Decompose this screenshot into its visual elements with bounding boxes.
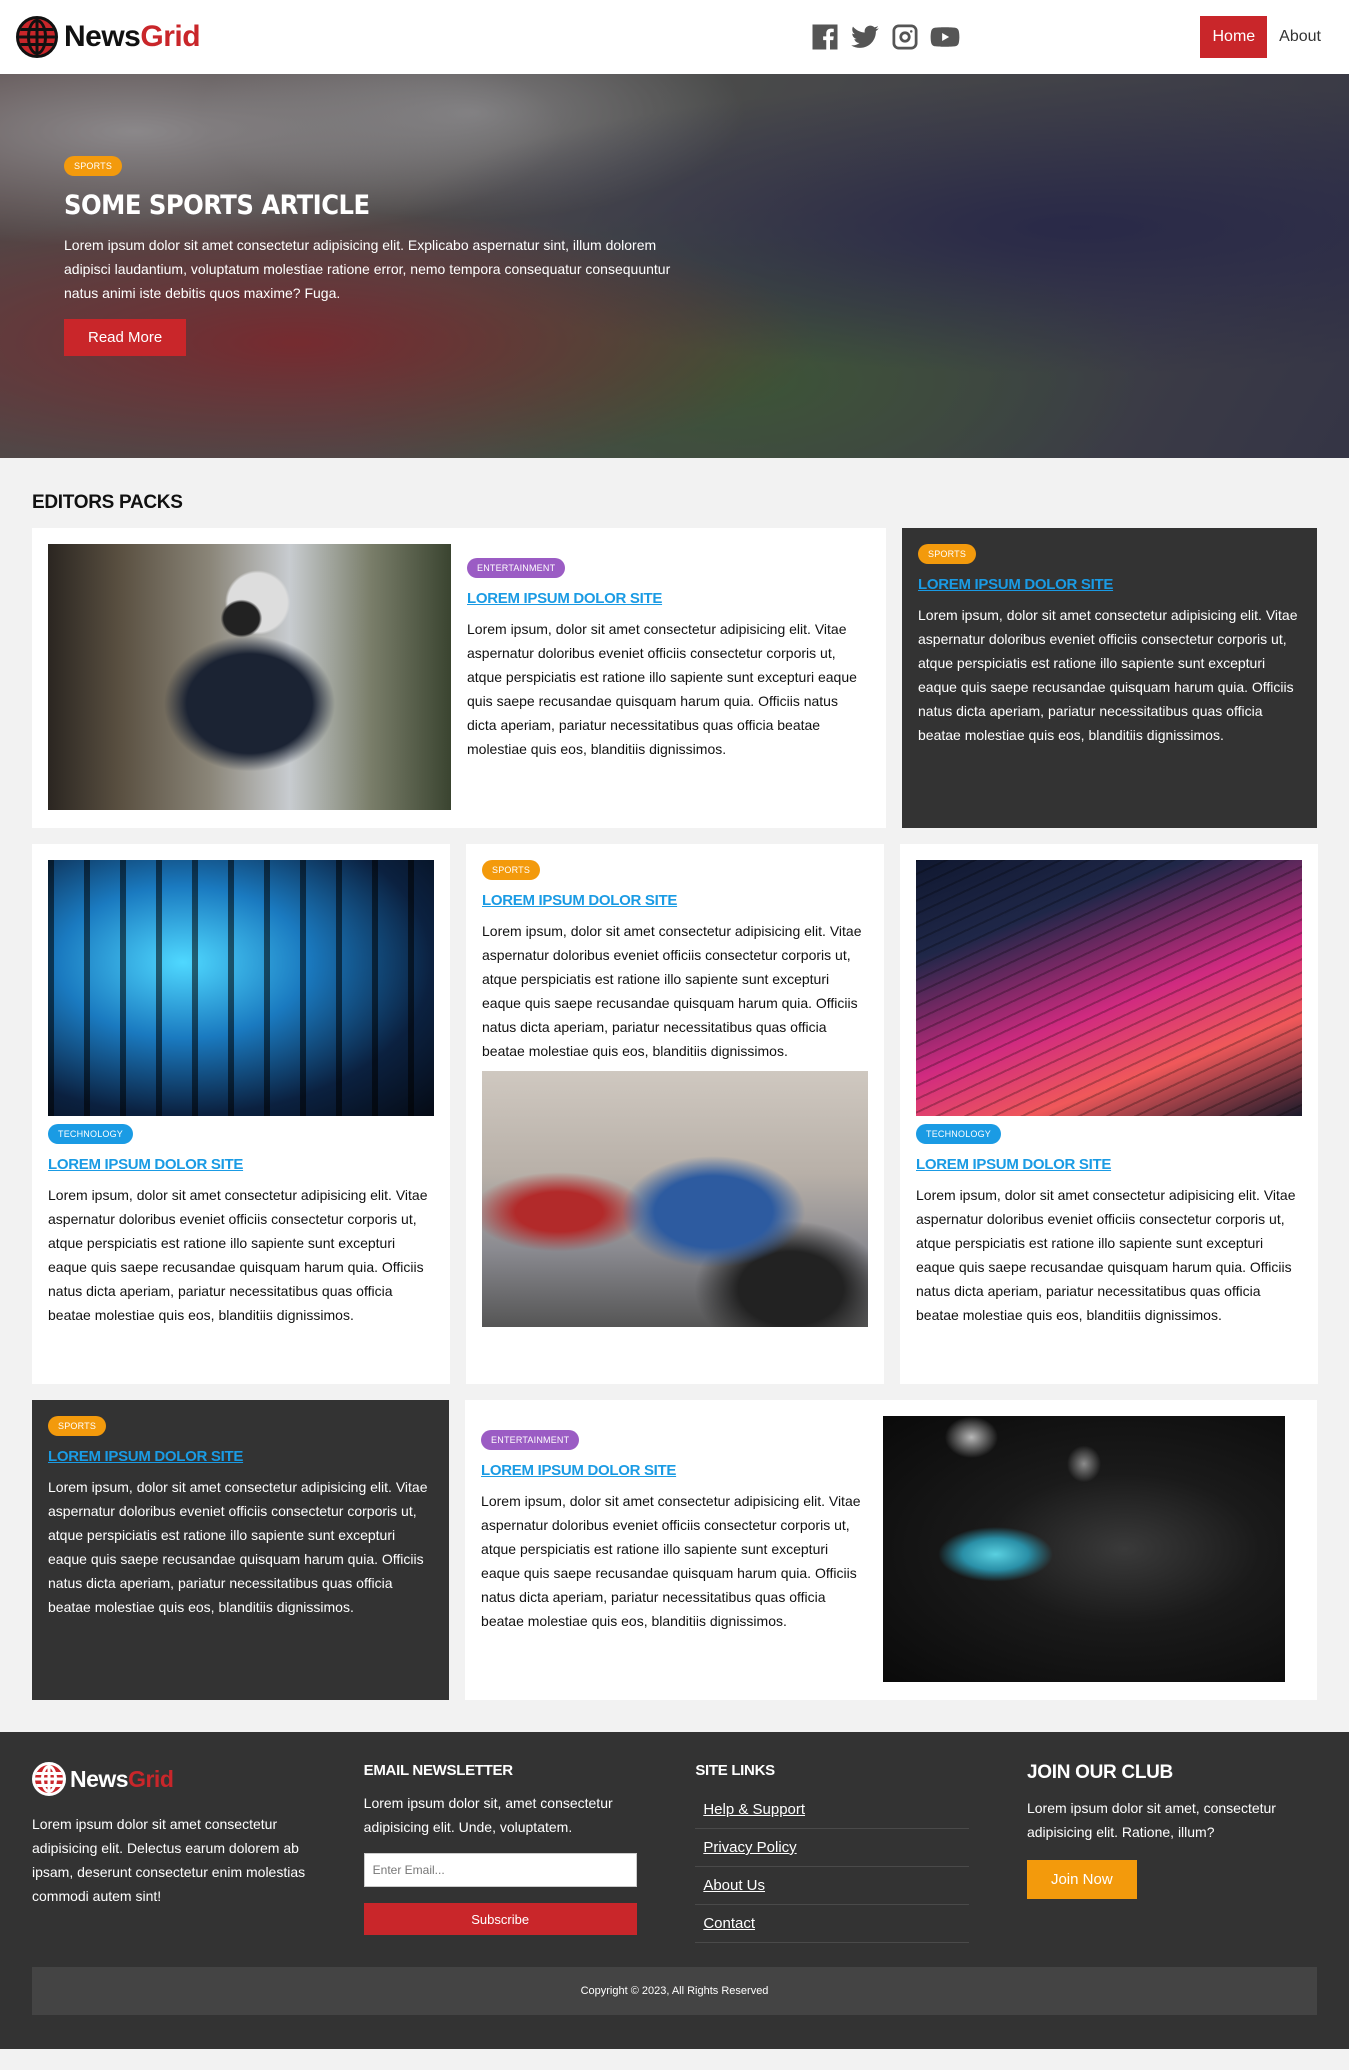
- category-badge[interactable]: TECHNOLOGY: [48, 1124, 134, 1144]
- logo-text-grid: Grid: [128, 1765, 174, 1792]
- footer-join-club: JOIN OUR CLUB Lorem ipsum dolor sit amet…: [1026, 1762, 1317, 1943]
- article-title-link[interactable]: LOREM IPSUM DOLOR SITE: [482, 892, 868, 909]
- globe-icon: [16, 16, 58, 58]
- hero-text: Lorem ipsum dolor sit amet consectetur a…: [64, 237, 671, 301]
- nav-about[interactable]: About: [1267, 16, 1333, 58]
- cards-row: SPORTS LOREM IPSUM DOLOR SITE Lorem ipsu…: [32, 1400, 1317, 1700]
- cards-row: TECHNOLOGY LOREM IPSUM DOLOR SITE Lorem …: [32, 844, 1318, 1384]
- footer-about-text: Lorem ipsum dolor sit amet consectetur a…: [32, 1816, 306, 1904]
- site-header: NewsGrid Home About: [0, 0, 1349, 74]
- article-text: Lorem ipsum, dolor sit amet consectetur …: [916, 1187, 1296, 1323]
- hero-banner: SPORTS SOME SPORTS ARTICLE Lorem ipsum d…: [0, 74, 1349, 458]
- hero-content: SPORTS SOME SPORTS ARTICLE Lorem ipsum d…: [64, 156, 684, 356]
- nav-home[interactable]: Home: [1200, 16, 1268, 58]
- article-card: TECHNOLOGY LOREM IPSUM DOLOR SITE Lorem …: [32, 844, 450, 1384]
- read-more-button[interactable]: Read More: [64, 319, 187, 356]
- footer-link-help[interactable]: Help & Support: [695, 1791, 970, 1829]
- subscribe-button[interactable]: Subscribe: [363, 1903, 637, 1935]
- footer-about: NewsGrid Lorem ipsum dolor sit amet cons…: [32, 1762, 322, 1943]
- article-title-link[interactable]: LOREM IPSUM DOLOR SITE: [48, 1156, 434, 1173]
- facebook-icon[interactable]: [810, 22, 840, 52]
- join-now-button[interactable]: Join Now: [1026, 1860, 1137, 1899]
- newsletter-text: Lorem ipsum dolor sit, amet consectetur …: [363, 1795, 613, 1835]
- article-card: SPORTS LOREM IPSUM DOLOR SITE Lorem ipsu…: [466, 844, 884, 1384]
- join-club-heading: JOIN OUR CLUB: [1026, 1762, 1173, 1783]
- logo-text-news: News: [64, 20, 141, 53]
- category-badge[interactable]: SPORTS: [482, 860, 541, 880]
- article-text: Lorem ipsum, dolor sit amet consectetur …: [481, 1493, 861, 1629]
- server-rack-image[interactable]: [48, 860, 434, 1116]
- article-text: Lorem ipsum, dolor sit amet consectetur …: [918, 607, 1298, 743]
- category-badge[interactable]: SPORTS: [918, 544, 977, 564]
- instagram-icon[interactable]: [890, 22, 920, 52]
- email-field[interactable]: Enter Email...: [363, 1853, 637, 1887]
- globe-icon: [32, 1762, 66, 1796]
- footer-newsletter: EMAIL NEWSLETTER Lorem ipsum dolor sit, …: [363, 1762, 654, 1943]
- article-card-dark: SPORTS LOREM IPSUM DOLOR SITE Lorem ipsu…: [32, 1400, 450, 1700]
- editors-packs-section: EDITORS PACKS ENTERTAINMENT LOREM IPSUM …: [0, 458, 1349, 1732]
- article-title-link[interactable]: LOREM IPSUM DOLOR SITE: [48, 1448, 433, 1465]
- youtube-icon[interactable]: [930, 22, 960, 52]
- category-badge[interactable]: ENTERTAINMENT: [467, 558, 566, 578]
- social-links: [810, 22, 960, 52]
- site-links-heading: SITE LINKS: [695, 1762, 775, 1779]
- hero-title: SOME SPORTS ARTICLE: [64, 190, 370, 221]
- join-club-text: Lorem ipsum dolor sit amet, consectetur …: [1026, 1800, 1276, 1840]
- article-title-link[interactable]: LOREM IPSUM DOLOR SITE: [481, 1462, 867, 1479]
- category-badge[interactable]: ENTERTAINMENT: [481, 1430, 580, 1450]
- cards-row: ENTERTAINMENT LOREM IPSUM DOLOR SITE Lor…: [32, 528, 1317, 828]
- footer-logo[interactable]: NewsGrid: [32, 1762, 322, 1796]
- logo-text-grid: Grid: [140, 20, 201, 53]
- article-card: TECHNOLOGY LOREM IPSUM DOLOR SITE Lorem …: [900, 844, 1318, 1384]
- article-title-link[interactable]: LOREM IPSUM DOLOR SITE: [916, 1156, 1302, 1173]
- cyclists-image[interactable]: [482, 1071, 868, 1327]
- article-text: Lorem ipsum, dolor sit amet consectetur …: [482, 923, 862, 1059]
- laptop-keyboard-image[interactable]: [916, 860, 1302, 1116]
- article-card-wide: ENTERTAINMENT LOREM IPSUM DOLOR SITE Lor…: [32, 528, 886, 828]
- category-badge[interactable]: SPORTS: [48, 1416, 107, 1436]
- site-logo[interactable]: NewsGrid: [16, 16, 201, 58]
- footer-link-about[interactable]: About Us: [695, 1867, 970, 1905]
- vr-headset-image[interactable]: [48, 544, 451, 810]
- article-card-dark: SPORTS LOREM IPSUM DOLOR SITE Lorem ipsu…: [902, 528, 1317, 828]
- footer-site-links: SITE LINKS Help & Support Privacy Policy…: [695, 1762, 985, 1943]
- article-card-wide: ENTERTAINMENT LOREM IPSUM DOLOR SITE Lor…: [465, 1400, 1317, 1700]
- copyright-bar: Copyright © 2023, All Rights Reserved: [32, 1967, 1317, 2015]
- section-title: EDITORS PACKS: [32, 492, 183, 513]
- category-badge[interactable]: SPORTS: [64, 156, 123, 176]
- logo-text-news: News: [70, 1765, 129, 1792]
- article-title-link[interactable]: LOREM IPSUM DOLOR SITE: [467, 590, 870, 607]
- article-title-link[interactable]: LOREM IPSUM DOLOR SITE: [918, 576, 1301, 593]
- video-camera-image[interactable]: [883, 1416, 1286, 1682]
- main-nav: Home About: [1200, 16, 1333, 58]
- footer-link-privacy[interactable]: Privacy Policy: [695, 1829, 970, 1867]
- category-badge[interactable]: TECHNOLOGY: [916, 1124, 1002, 1144]
- newsletter-heading: EMAIL NEWSLETTER: [363, 1762, 513, 1779]
- site-footer: NewsGrid Lorem ipsum dolor sit amet cons…: [0, 1732, 1349, 2049]
- article-text: Lorem ipsum, dolor sit amet consectetur …: [467, 621, 857, 757]
- article-text: Lorem ipsum, dolor sit amet consectetur …: [48, 1187, 428, 1323]
- footer-link-contact[interactable]: Contact: [695, 1905, 970, 1943]
- twitter-icon[interactable]: [850, 22, 880, 52]
- article-text: Lorem ipsum, dolor sit amet consectetur …: [48, 1479, 428, 1615]
